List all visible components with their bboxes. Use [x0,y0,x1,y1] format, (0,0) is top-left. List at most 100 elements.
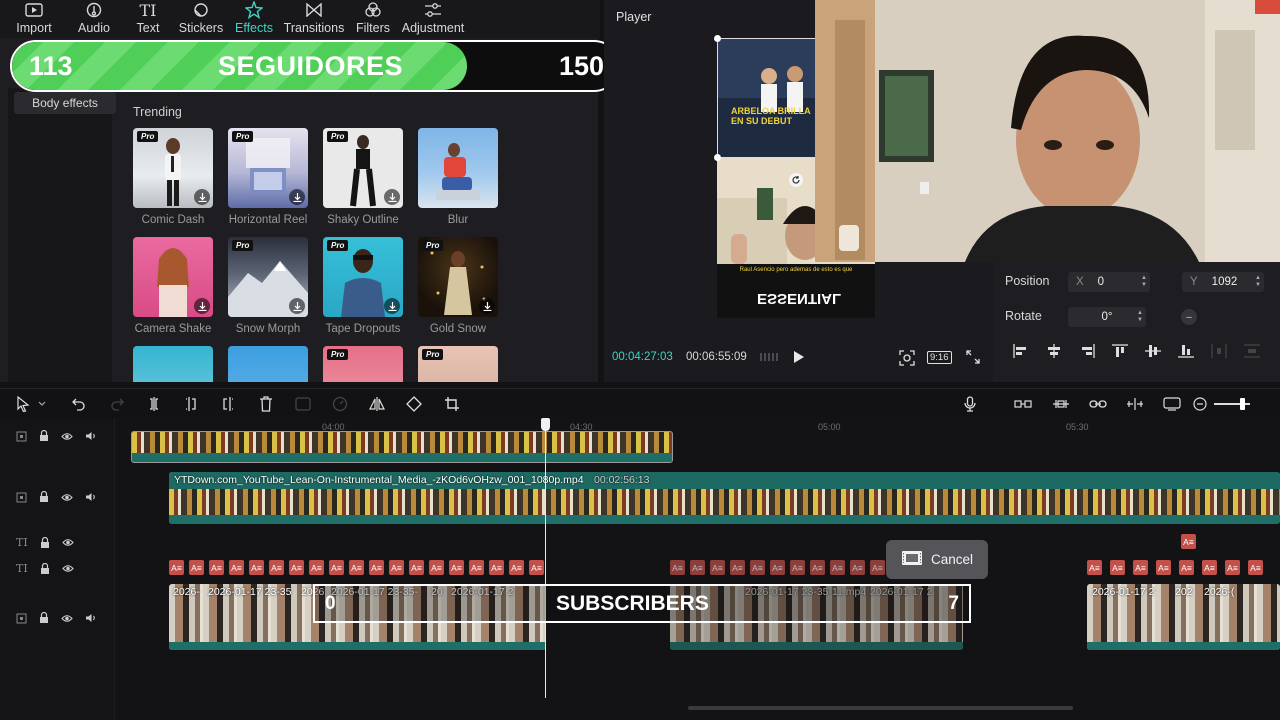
lock-icon[interactable] [39,430,49,442]
playhead-handle[interactable] [541,418,550,431]
effect-card-comic-dash[interactable]: Pro Comic Dash [133,128,213,226]
select-cursor-icon[interactable] [14,395,32,413]
align-bottom-icon[interactable] [1178,344,1194,363]
lock-icon[interactable] [39,491,49,503]
tab-adjustment[interactable]: Adjustment [400,0,466,38]
lock-icon[interactable] [39,612,49,624]
text-clip-chip[interactable]: A≡ [850,560,865,575]
align-center-v-icon[interactable] [1145,344,1161,363]
text-clip-chip[interactable]: A≡ [329,560,344,575]
selection-frame[interactable] [714,35,817,161]
resize-handle[interactable] [714,35,721,42]
tab-transitions[interactable]: Transitions [282,0,346,38]
text-clip-chip[interactable]: A≡ [389,560,404,575]
zoom-slider-handle[interactable] [1240,398,1245,410]
fullscreen-icon[interactable] [966,350,980,369]
x-stepper-icon[interactable]: ▲ ▼ [1138,272,1150,292]
align-right-icon[interactable] [1079,343,1095,363]
y-stepper-icon[interactable]: ▲ ▼ [1252,272,1264,292]
text-clip-chip[interactable]: A≡ [810,560,825,575]
lock-icon[interactable] [40,562,50,575]
text-clip-chip[interactable]: A≡ [369,560,384,575]
play-icon[interactable] [793,350,805,369]
text-clip-chip[interactable]: A≡ [289,560,304,575]
volume-icon[interactable] [85,613,97,623]
effect-card-tape-dropouts[interactable]: Pro Tape Dropouts [323,237,403,335]
effect-card-horizontal-reel[interactable]: Pro Horizontal Reel [228,128,308,226]
text-clip-chip[interactable]: A≡ [790,560,805,575]
download-icon[interactable] [194,189,210,205]
text-clip-chip[interactable]: A≡ [1179,560,1194,575]
text-clip-chip[interactable]: A≡ [770,560,785,575]
split-icon[interactable] [145,395,163,413]
tab-import[interactable]: Import [0,0,68,38]
playhead[interactable] [545,418,546,698]
preview-axis-icon[interactable] [1126,395,1144,413]
cover-icon[interactable] [16,492,27,503]
resize-handle[interactable] [714,154,721,161]
chevron-down-icon[interactable] [36,395,48,413]
rotate-icon[interactable] [405,395,423,413]
text-clip-chip[interactable]: A≡ [349,560,364,575]
text-clip-chip[interactable]: A≡ [1087,560,1102,575]
text-clip-chip[interactable]: A≡ [730,560,745,575]
link-icon[interactable] [1089,395,1107,413]
cover-icon[interactable] [16,613,27,624]
text-clip-chip[interactable]: A≡ [529,560,544,575]
thumbnail-icon[interactable] [1163,395,1181,413]
zoom-out-icon[interactable] [1191,395,1209,413]
eye-icon[interactable] [61,493,73,502]
download-icon[interactable] [479,298,495,314]
text-clip-chip[interactable]: A≡ [1156,560,1171,575]
text-clip-chip[interactable]: A≡ [489,560,504,575]
trim-left-icon[interactable] [182,395,200,413]
eye-icon[interactable] [62,538,74,547]
text-clip-chip[interactable]: A≡ [509,560,524,575]
text-clip-chip[interactable]: A≡ [449,560,464,575]
reset-rotate-button[interactable]: – [1181,309,1197,325]
text-clip-chip[interactable]: A≡ [309,560,324,575]
text-clip-chip[interactable]: A≡ [409,560,424,575]
eye-icon[interactable] [62,564,74,573]
cancel-button[interactable]: Cancel [886,540,988,579]
text-clip-chip[interactable]: A≡ [690,560,705,575]
lock-icon[interactable] [40,536,50,549]
text-clip-chip[interactable]: A≡ [249,560,264,575]
effect-card-blur[interactable]: Blur [418,128,498,226]
microphone-icon[interactable] [961,395,979,413]
mirror-icon[interactable] [368,395,386,413]
download-icon[interactable] [289,189,305,205]
main-video-clip-group-3[interactable]: 2026-01-17 2 202 2026-( [1087,584,1280,650]
effect-card-camera-shake[interactable]: Camera Shake [133,237,213,335]
rotate-handle-icon[interactable] [789,173,803,187]
text-clip-chip[interactable]: A≡ [229,560,244,575]
trim-right-icon[interactable] [219,395,237,413]
music-video-clip[interactable]: YTDown.com_YouTube_Lean-On-Instrumental_… [169,472,1280,524]
text-clip-chip[interactable]: A≡ [1248,560,1263,575]
effect-card-row3-4[interactable]: Pro [418,346,498,382]
download-icon[interactable] [194,298,210,314]
text-clip-chip[interactable]: A≡ [750,560,765,575]
text-clip-chip[interactable]: A≡ [269,560,284,575]
effect-card-shaky-outline[interactable]: Pro Shaky Outline [323,128,403,226]
tab-stickers[interactable]: Stickers [176,0,226,38]
download-icon[interactable] [384,298,400,314]
text-clip-chip[interactable]: A≡ [469,560,484,575]
eye-icon[interactable] [61,614,73,623]
text-clip-chip[interactable]: A≡ [1202,560,1217,575]
fit-view-icon[interactable] [899,350,915,371]
align-left-icon[interactable] [1013,343,1029,363]
cover-icon[interactable] [16,431,27,442]
effect-card-snow-morph[interactable]: Pro Snow Morph [228,237,308,335]
align-top-icon[interactable] [1112,343,1128,363]
tab-audio[interactable]: Audio [68,0,120,38]
volume-icon[interactable] [85,431,97,441]
category-body-effects[interactable]: Body effects [14,92,116,114]
auto-snap-icon[interactable] [1052,395,1070,413]
crop-icon[interactable] [443,395,461,413]
effect-card-gold-snow[interactable]: Pro Gold Snow [418,237,498,335]
text-clip-chip[interactable]: A≡ [710,560,725,575]
text-clip-chip[interactable]: A≡ [1225,560,1240,575]
main-track-magnet-icon[interactable] [1014,395,1032,413]
download-icon[interactable] [289,298,305,314]
